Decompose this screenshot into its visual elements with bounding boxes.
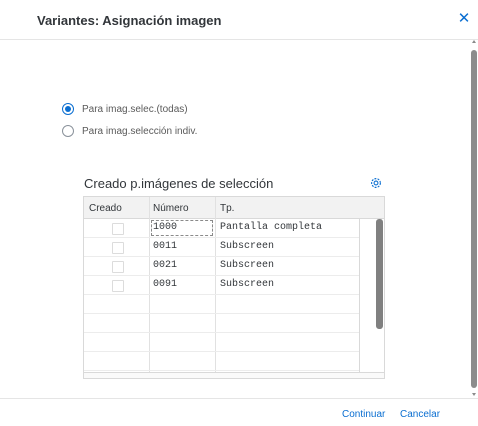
column-header-creado[interactable]: Creado [89, 203, 122, 214]
empty-table-row [84, 333, 359, 352]
created-checkbox[interactable] [112, 280, 124, 292]
number-cell: 0021 [153, 260, 178, 271]
empty-table-row [84, 352, 359, 371]
cancel-button[interactable]: Cancelar [400, 409, 440, 420]
dialog-footer: Continuar Cancelar [0, 398, 478, 426]
number-cell: 0091 [153, 279, 178, 290]
table-horizontal-scrollbar[interactable] [84, 372, 384, 378]
scroll-down-arrow-icon[interactable] [472, 393, 476, 396]
empty-table-row [84, 295, 359, 314]
type-cell: Subscreen [220, 279, 275, 290]
created-checkbox[interactable] [112, 223, 124, 235]
type-cell: Pantalla completa [220, 222, 323, 233]
created-checkbox[interactable] [112, 261, 124, 273]
continue-button[interactable]: Continuar [342, 409, 385, 420]
scroll-up-arrow-icon[interactable] [472, 40, 476, 43]
column-header-tp[interactable]: Tp. [220, 203, 234, 214]
table-row[interactable]: 0021 Subscreen [84, 257, 359, 276]
number-cell: 0011 [153, 241, 178, 252]
close-icon[interactable]: ✕ [456, 11, 472, 27]
column-header-numero[interactable]: Número [153, 203, 189, 214]
radio-button-unselected[interactable] [62, 125, 74, 137]
gear-icon[interactable] [369, 176, 383, 190]
number-cell: 1000 [153, 222, 178, 233]
radio-label-individual: Para imag.selección indiv. [82, 125, 198, 137]
dialog-scrollbar-thumb[interactable] [471, 50, 477, 388]
radio-label-all: Para imag.selec.(todas) [82, 103, 188, 115]
table-vertical-scrollbar[interactable] [359, 219, 384, 372]
table-title: Creado p.imágenes de selección [84, 176, 274, 191]
type-cell: Subscreen [220, 260, 275, 271]
type-cell: Subscreen [220, 241, 275, 252]
table-row[interactable]: 1000 Pantalla completa [84, 219, 359, 238]
radio-option-individual[interactable]: Para imag.selección indiv. [62, 125, 197, 137]
created-checkbox[interactable] [112, 242, 124, 254]
dialog-header: Variantes: Asignación imagen ✕ [0, 0, 478, 40]
dialog-title: Variantes: Asignación imagen [37, 13, 222, 28]
selection-screens-table: Creado Número Tp. 1000 Pantalla completa… [83, 196, 385, 379]
table-header: Creado Número Tp. [84, 197, 384, 219]
radio-button-selected[interactable] [62, 103, 74, 115]
radio-option-all[interactable]: Para imag.selec.(todas) [62, 103, 188, 115]
table-scrollbar-thumb[interactable] [376, 219, 383, 329]
empty-table-row [84, 314, 359, 333]
table-row[interactable]: 0091 Subscreen [84, 276, 359, 295]
variants-dialog: Variantes: Asignación imagen ✕ Para imag… [0, 0, 478, 426]
table-row[interactable]: 0011 Subscreen [84, 238, 359, 257]
dialog-scrollbar[interactable] [470, 40, 478, 398]
